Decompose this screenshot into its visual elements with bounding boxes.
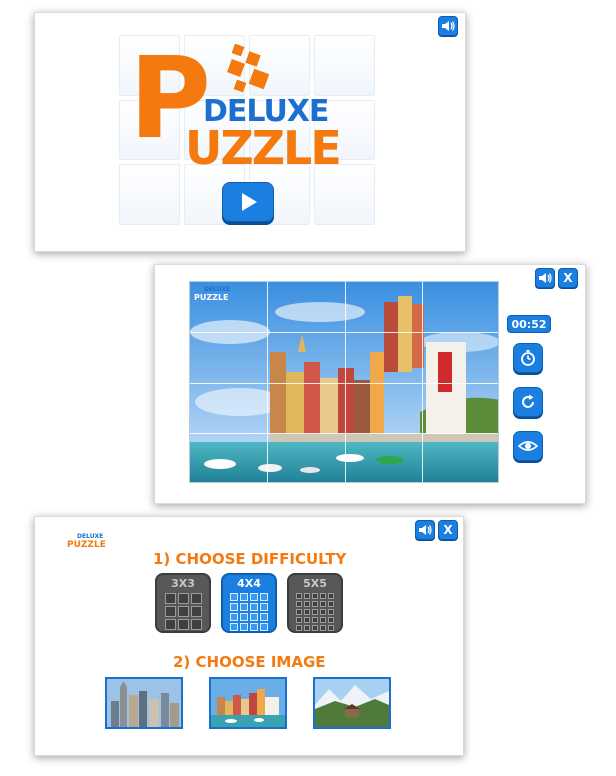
difficulty-3x3[interactable]: 3X3 [155,573,211,633]
sound-button[interactable] [535,268,555,288]
title-screen: P DELUXE UZZLE [34,12,466,252]
close-button[interactable]: X [438,520,458,540]
menu-logo-deluxe: DELUXE [77,533,104,540]
board-logo-puzzle: PUZZLE [194,293,229,302]
menu-logo-puzzle: PUZZLE [67,540,106,550]
mountain-valley-thumbnail [315,679,389,727]
difficulty-label: 4X4 [237,577,261,590]
restart-icon [522,394,534,408]
difficulty-label: 5X5 [303,577,327,590]
image-option-mountain[interactable] [313,677,391,729]
difficulty-label: 3X3 [171,577,195,590]
image-option-city[interactable] [105,677,183,729]
eye-icon [518,441,538,451]
preview-button[interactable] [513,431,543,461]
coastal-village-thumbnail [211,679,285,727]
play-icon [242,193,257,211]
difficulty-grid-icon [164,593,202,630]
stopwatch-icon [521,350,535,366]
difficulty-5x5[interactable]: 5X5 [287,573,343,633]
image-option-village[interactable] [209,677,287,729]
speaker-icon [442,21,455,31]
speaker-icon [419,525,432,535]
board-logo-deluxe: DELUXE [204,286,231,293]
heading-choose-image: 2) CHOOSE IMAGE [173,653,326,671]
sound-button[interactable] [415,520,435,540]
menu-screen: DELUXE PUZZLE X 1) CHOOSE DIFFICULTY 3X3… [34,516,464,756]
logo-uzzle: UZZLE [185,121,342,175]
difficulty-grid-icon [296,593,334,631]
tile-gridlines [190,282,498,482]
menu-logo: DELUXE PUZZLE [67,533,106,550]
close-button[interactable]: X [558,268,578,288]
puzzle-board[interactable]: DELUXE PUZZLE [189,281,499,483]
game-screen: DELUXE PUZZLE X 00:52 [154,264,586,504]
sound-button[interactable] [438,16,458,36]
play-button[interactable] [222,182,274,222]
city-skyline-thumbnail [107,679,181,727]
speaker-icon [539,273,552,283]
board-logo: DELUXE PUZZLE [194,286,230,302]
timer-button[interactable] [513,343,543,373]
difficulty-4x4[interactable]: 4X4 [221,573,277,633]
close-icon: X [443,523,453,537]
heading-choose-difficulty: 1) CHOOSE DIFFICULTY [153,550,347,568]
close-icon: X [563,271,573,285]
restart-button[interactable] [513,387,543,417]
timer-display: 00:52 [507,315,551,333]
difficulty-grid-icon [230,593,268,631]
